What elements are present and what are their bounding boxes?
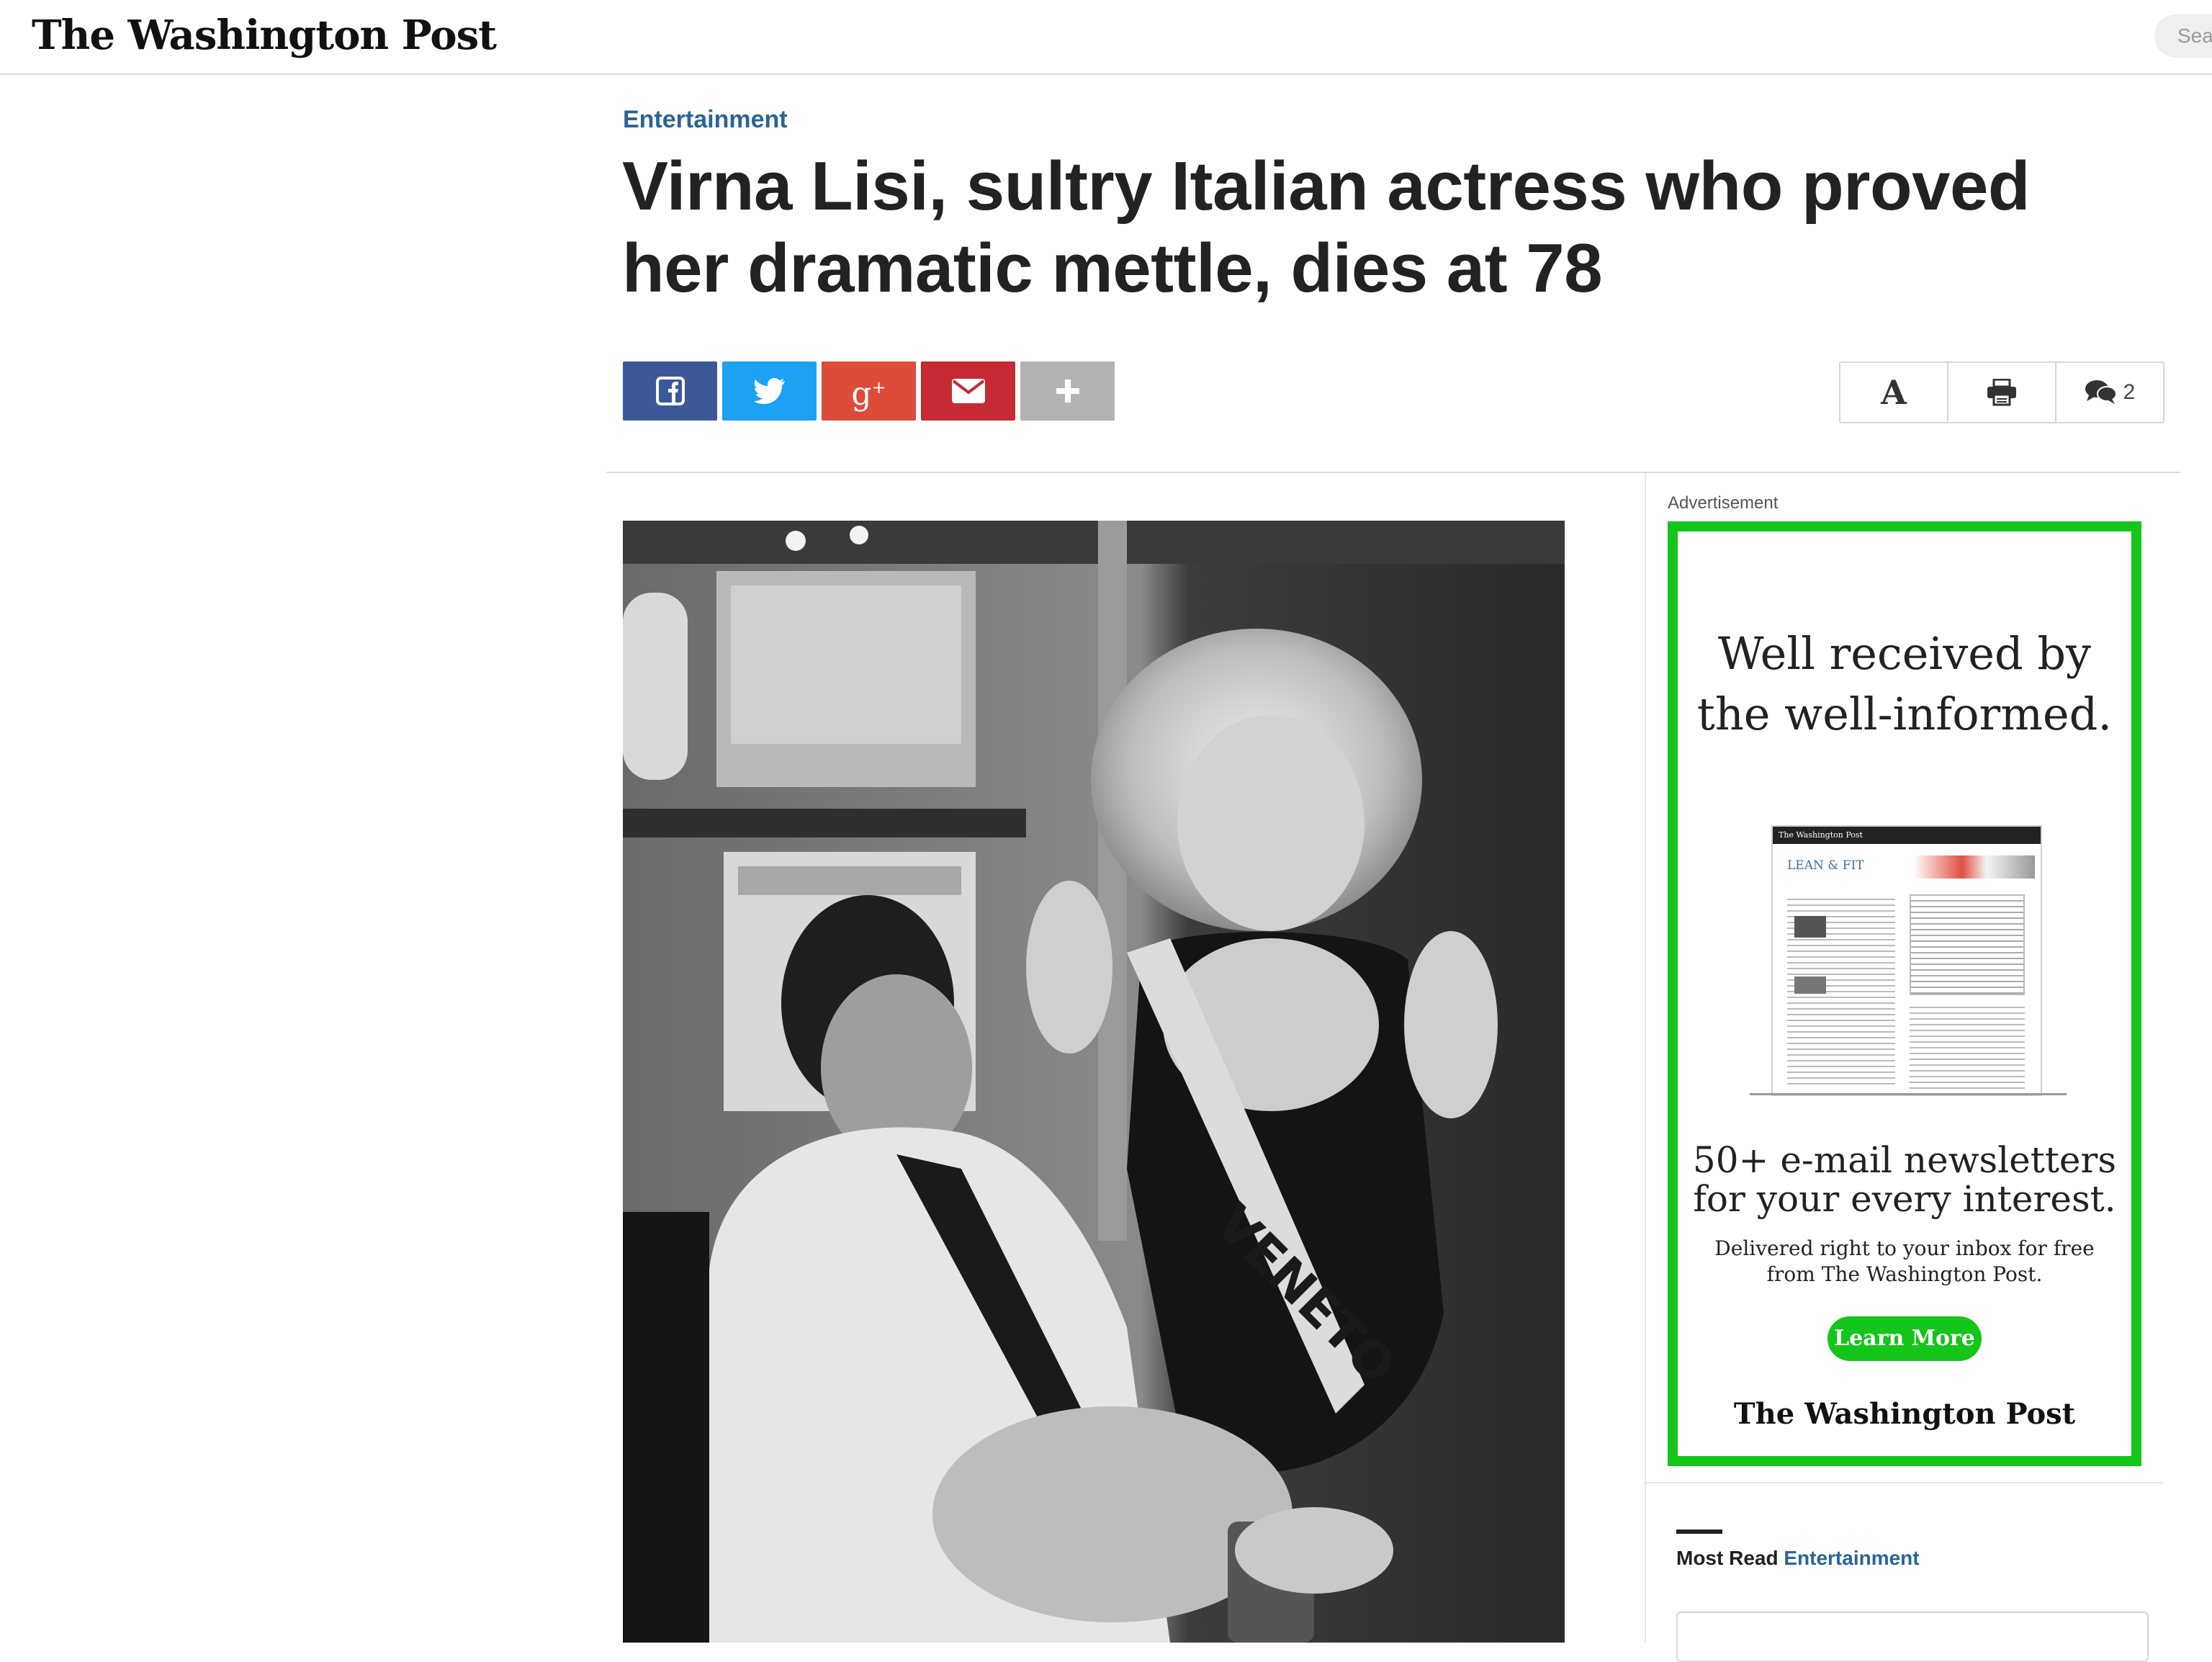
ad-headline-line-1: Well received by	[1717, 627, 2092, 680]
header-divider	[606, 472, 2180, 473]
facebook-icon	[655, 377, 685, 405]
rail-rule	[1646, 1482, 2163, 1483]
top-nav-bar: The Washington Post Sea	[0, 0, 2212, 75]
search-input[interactable]: Sea	[2154, 14, 2212, 58]
ad-subheadline-line-2: for your every interest.	[1693, 1178, 2116, 1220]
font-size-icon: A	[1881, 373, 1907, 412]
ad-subheadline: 50+ e-mail newsletters for your every in…	[1678, 1141, 2131, 1218]
ad-headline-line-2: the well-informed.	[1696, 688, 2113, 740]
comments-icon	[2085, 380, 2117, 404]
most-read-heading: Most Read Entertainment	[1676, 1545, 1920, 1571]
preview-right-column-2	[1910, 1002, 2025, 1089]
most-read-bar	[1676, 1530, 1722, 1534]
learn-more-button[interactable]: Learn More	[1827, 1316, 1982, 1361]
preview-masthead: The Washington Post	[1773, 827, 2041, 844]
google-plus-share-button[interactable]: g+	[822, 361, 916, 421]
preview-thumb-2	[1794, 976, 1826, 994]
most-read-section-link[interactable]: Entertainment	[1784, 1547, 1919, 1569]
ad-headline: Well received by the well-informed.	[1678, 624, 2131, 745]
printer-icon	[1987, 379, 2016, 406]
article-headline: Virna Lisi, sultry Italian actress who p…	[622, 148, 2031, 307]
comment-count: 2	[2123, 380, 2136, 404]
preview-thumb-1	[1794, 916, 1826, 938]
preview-section-label: LEAN & FIT	[1787, 858, 1864, 873]
article-tools: A 2	[1839, 361, 2164, 423]
rail-divider	[1645, 473, 1646, 1643]
envelope-icon	[951, 379, 985, 403]
most-read-list	[1676, 1612, 2149, 1662]
twitter-icon	[753, 378, 785, 404]
ad-label: Advertisement	[1668, 493, 1779, 513]
share-bar: g+	[623, 361, 1120, 421]
ad-subheadline-line-1: 50+ e-mail newsletters	[1692, 1139, 2117, 1181]
twitter-share-button[interactable]	[722, 361, 817, 421]
font-size-button[interactable]: A	[1840, 363, 1948, 422]
ad-logo: The Washington Post	[1733, 1397, 2076, 1431]
newsletter-preview-image: The Washington Post LEAN & FIT	[1771, 825, 2042, 1096]
email-share-button[interactable]	[921, 361, 1015, 421]
preview-right-column	[1910, 894, 2025, 995]
site-logo[interactable]: The Washington Post	[32, 4, 497, 66]
print-button[interactable]	[1948, 363, 2056, 422]
most-read-label: Most Read	[1676, 1547, 1779, 1569]
lead-photo: VENETO	[623, 521, 1565, 1643]
section-kicker[interactable]: Entertainment	[623, 104, 788, 135]
plus-icon	[1056, 379, 1079, 403]
facebook-share-button[interactable]	[623, 361, 717, 421]
newsletter-ad[interactable]: Well received by the well-informed. The …	[1668, 521, 2141, 1466]
comments-button[interactable]: 2	[2056, 363, 2163, 422]
ad-body-copy: Delivered right to your inbox for free f…	[1714, 1236, 2095, 1286]
google-plus-icon: g+	[851, 375, 886, 413]
preview-header-photo	[1914, 855, 2035, 879]
preview-shadow	[1750, 1093, 2067, 1095]
more-share-button[interactable]	[1020, 361, 1115, 421]
